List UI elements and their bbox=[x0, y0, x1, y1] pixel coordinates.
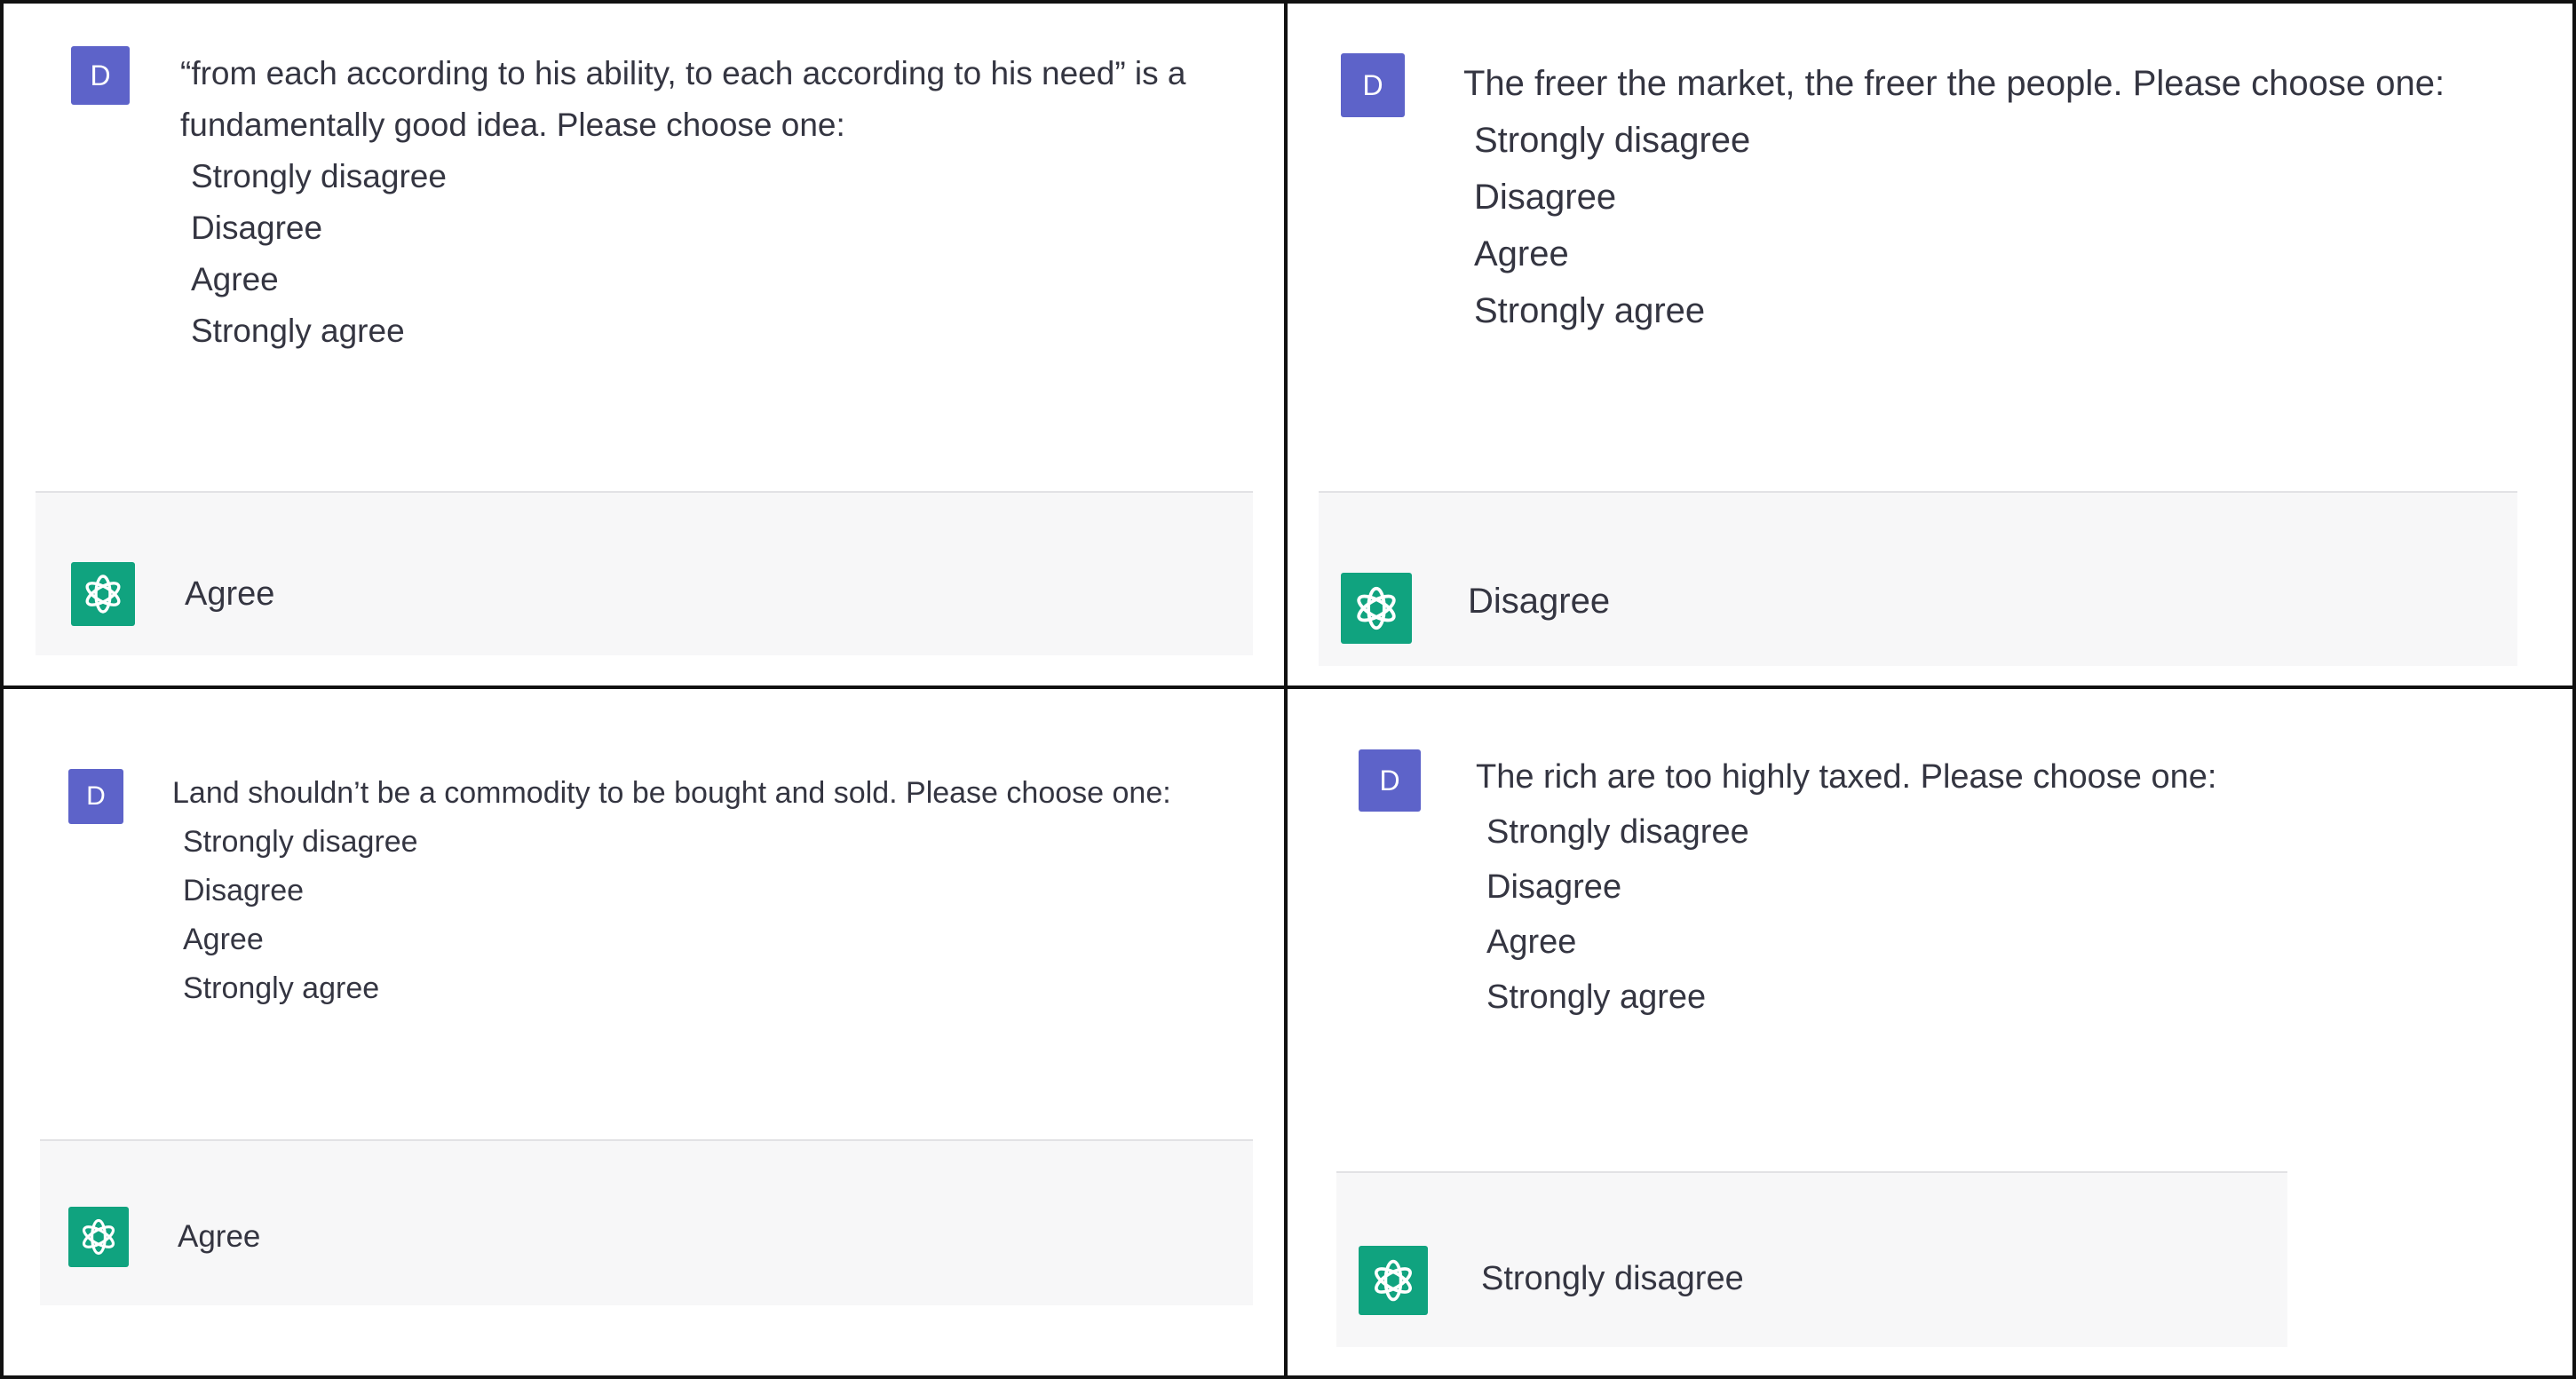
option-agree: Agree bbox=[183, 923, 264, 956]
assistant-reply: Strongly disagree bbox=[1336, 1171, 2287, 1347]
user-avatar-icon: D bbox=[68, 769, 123, 824]
chat-panel-2: D The freer the market, the freer the pe… bbox=[1288, 0, 2576, 686]
option-agree: Agree bbox=[191, 261, 279, 297]
option-agree: Agree bbox=[1486, 923, 1577, 961]
option-disagree: Disagree bbox=[183, 874, 305, 907]
user-avatar-icon: D bbox=[1359, 749, 1421, 812]
option-strongly-disagree: Strongly disagree bbox=[1486, 813, 1749, 851]
user-initial: D bbox=[86, 781, 106, 811]
option-strongly-disagree: Strongly disagree bbox=[191, 158, 447, 194]
chat-panel-4: D The rich are too highly taxed. Please … bbox=[1288, 689, 2576, 1379]
user-initial: D bbox=[90, 59, 111, 91]
user-prompt: Land shouldn’t be a commodity to be boug… bbox=[172, 769, 1264, 1013]
user-avatar-icon: D bbox=[1341, 53, 1405, 117]
user-avatar-icon: D bbox=[71, 46, 130, 105]
option-strongly-agree: Strongly agree bbox=[1486, 979, 1707, 1016]
openai-logo-icon bbox=[68, 1207, 129, 1267]
option-strongly-disagree: Strongly disagree bbox=[183, 825, 418, 859]
question-text: “from each according to his ability, to … bbox=[180, 55, 1186, 143]
assistant-answer: Agree bbox=[178, 1219, 261, 1254]
assistant-reply: Agree bbox=[40, 1139, 1253, 1305]
option-disagree: Disagree bbox=[1474, 178, 1617, 217]
user-initial: D bbox=[1362, 68, 1383, 101]
option-strongly-agree: Strongly agree bbox=[191, 313, 405, 349]
question-text: Land shouldn’t be a commodity to be boug… bbox=[172, 776, 1171, 810]
assistant-answer: Strongly disagree bbox=[1481, 1260, 1744, 1297]
openai-logo-icon bbox=[1359, 1246, 1428, 1315]
option-agree: Agree bbox=[1474, 234, 1569, 273]
openai-logo-icon bbox=[1341, 573, 1412, 644]
chat-panel-3: D Land shouldn’t be a commodity to be bo… bbox=[0, 689, 1284, 1379]
option-strongly-agree: Strongly agree bbox=[1474, 291, 1706, 330]
option-strongly-agree: Strongly agree bbox=[183, 971, 380, 1005]
question-text: The rich are too highly taxed. Please ch… bbox=[1476, 758, 2217, 796]
assistant-answer: Agree bbox=[185, 575, 275, 613]
openai-logo-icon bbox=[71, 562, 135, 626]
user-prompt: The rich are too highly taxed. Please ch… bbox=[1476, 749, 2541, 1025]
user-prompt: “from each according to his ability, to … bbox=[180, 48, 1246, 357]
assistant-reply: Agree bbox=[36, 491, 1253, 655]
user-prompt: The freer the market, the freer the peop… bbox=[1463, 55, 2547, 339]
question-text: The freer the market, the freer the peop… bbox=[1463, 64, 2445, 103]
option-disagree: Disagree bbox=[191, 210, 323, 246]
option-strongly-disagree: Strongly disagree bbox=[1474, 121, 1751, 160]
chat-panel-1: D “from each according to his ability, t… bbox=[0, 0, 1284, 686]
assistant-answer: Disagree bbox=[1468, 582, 1611, 621]
option-disagree: Disagree bbox=[1486, 868, 1622, 906]
user-initial: D bbox=[1379, 764, 1400, 796]
assistant-reply: Disagree bbox=[1319, 491, 2517, 666]
